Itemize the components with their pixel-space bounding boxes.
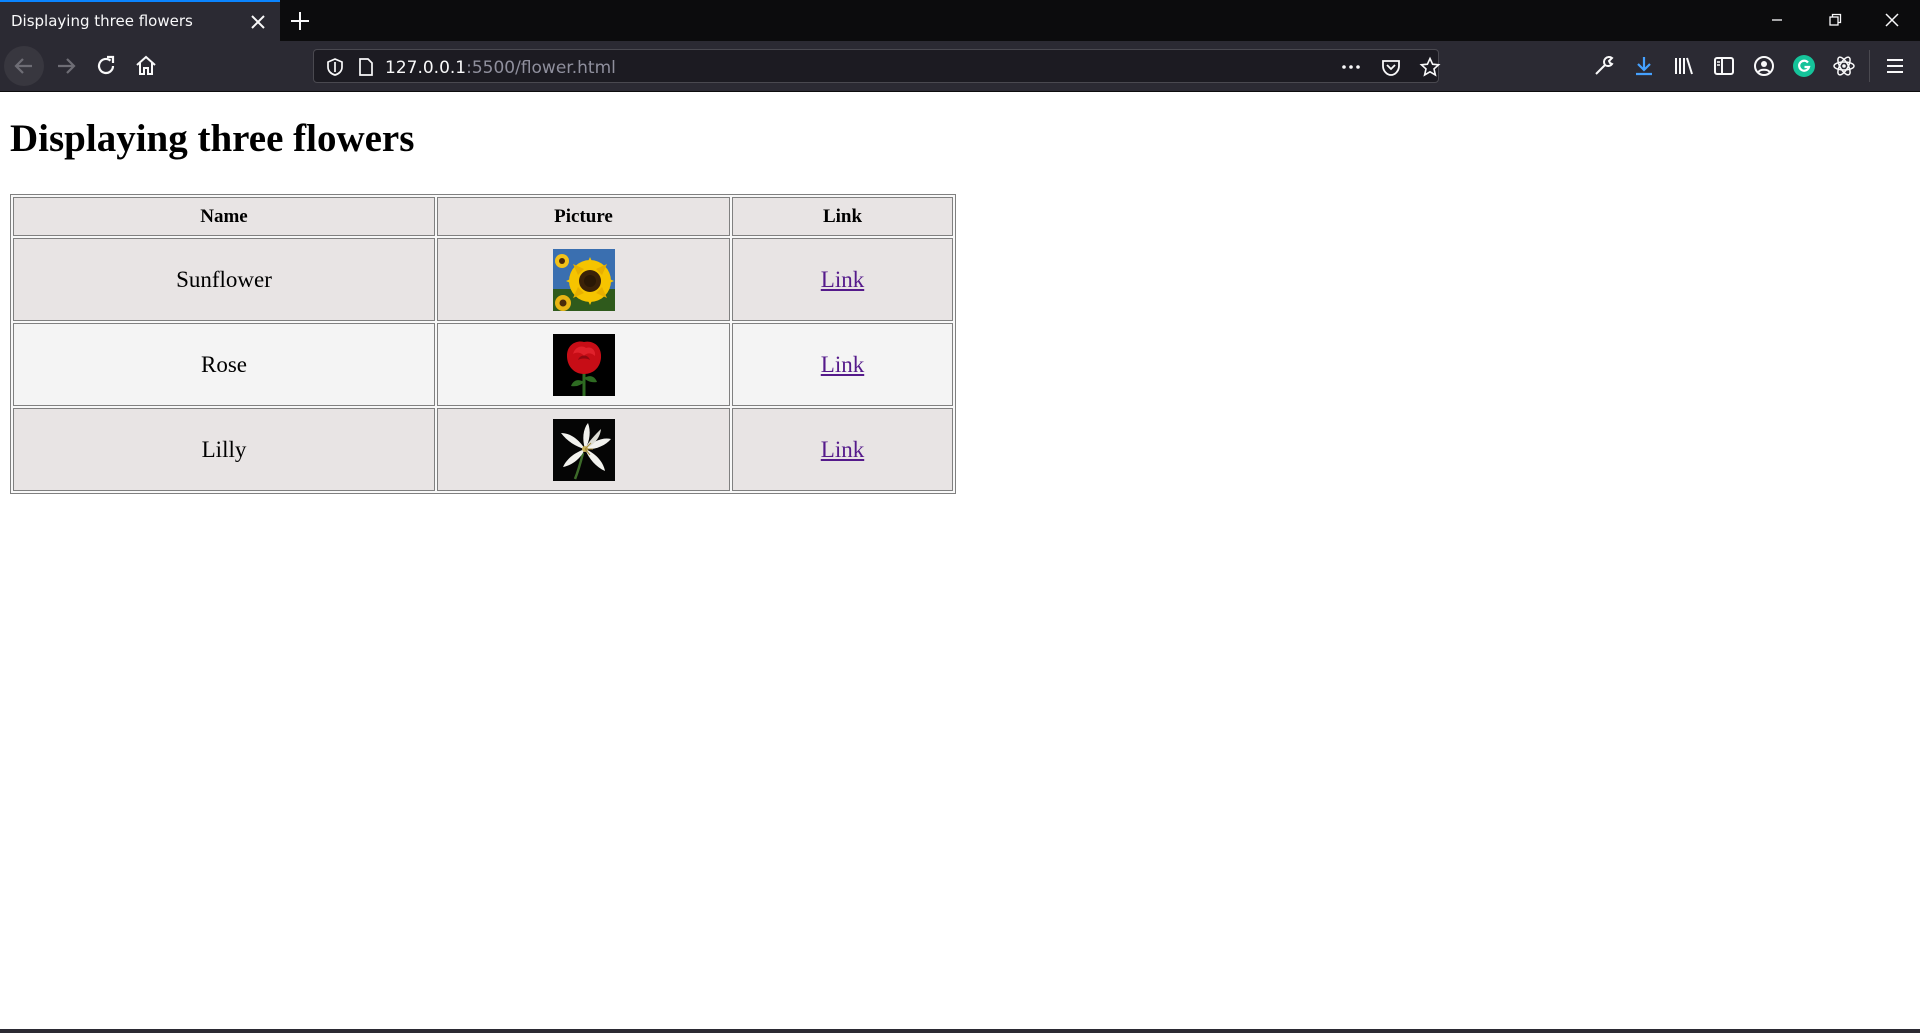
tab-title: Displaying three flowers	[11, 12, 193, 30]
browser-tab[interactable]: Displaying three flowers	[0, 0, 280, 41]
url-host: 127.0.0.1	[385, 58, 467, 78]
link-cell: Link	[732, 238, 953, 321]
flower-name: Sunflower	[13, 238, 435, 321]
page-title: Displaying three flowers	[10, 117, 415, 160]
column-header-link: Link	[732, 197, 953, 236]
react-icon[interactable]	[1832, 54, 1856, 78]
table-row: Sunflower Link	[13, 238, 953, 321]
flower-link[interactable]: Link	[821, 437, 864, 462]
star-icon[interactable]	[1419, 56, 1441, 78]
column-header-picture: Picture	[437, 197, 730, 236]
tab-strip: Displaying three flowers	[0, 0, 1920, 41]
table-row: Lilly Link	[13, 408, 953, 491]
table-row: Rose Link	[13, 323, 953, 406]
table-header-row: Name Picture Link	[13, 197, 953, 236]
flower-name: Rose	[13, 323, 435, 406]
toolbar-divider	[1869, 50, 1870, 82]
picture-cell	[437, 323, 730, 406]
page-icon[interactable]	[355, 56, 377, 78]
link-cell: Link	[732, 323, 953, 406]
address-bar[interactable]: 127.0.0.1:5500/flower.html	[313, 49, 1441, 83]
plus-icon[interactable]	[288, 9, 312, 33]
library-icon[interactable]	[1672, 54, 1696, 78]
download-icon[interactable]	[1632, 54, 1656, 78]
url-path: :5500/flower.html	[466, 58, 616, 78]
pocket-icon[interactable]	[1380, 56, 1402, 78]
more-icon[interactable]	[1340, 56, 1362, 78]
forward-arrow-icon[interactable]	[53, 53, 79, 79]
link-cell: Link	[732, 408, 953, 491]
minimize-icon[interactable]	[1766, 10, 1788, 30]
flower-link[interactable]: Link	[821, 267, 864, 292]
sunflower-image	[552, 248, 615, 311]
hamburger-menu-icon[interactable]	[1883, 54, 1907, 78]
sidebar-icon[interactable]	[1712, 54, 1736, 78]
flower-name: Lilly	[13, 408, 435, 491]
grammarly-icon[interactable]	[1792, 54, 1816, 78]
picture-cell	[437, 238, 730, 321]
page-content: Displaying three flowers Name Picture Li…	[0, 92, 1920, 1032]
back-arrow-icon[interactable]	[11, 53, 37, 79]
close-icon[interactable]	[248, 12, 268, 32]
shield-icon[interactable]	[324, 56, 346, 78]
flower-link[interactable]: Link	[821, 352, 864, 377]
rose-image	[552, 333, 615, 396]
url-text[interactable]: 127.0.0.1:5500/flower.html	[385, 58, 616, 78]
reload-icon[interactable]	[93, 53, 119, 79]
column-header-name: Name	[13, 197, 435, 236]
close-window-icon[interactable]	[1881, 10, 1903, 30]
flower-table: Name Picture Link Sunflower Link Rose Li…	[10, 194, 956, 494]
navigation-toolbar: 127.0.0.1:5500/flower.html	[0, 41, 1920, 92]
window-bottom-edge	[0, 1029, 1920, 1033]
lily-image	[552, 418, 615, 481]
restore-icon[interactable]	[1824, 10, 1846, 30]
home-icon[interactable]	[133, 53, 159, 79]
wrench-icon[interactable]	[1592, 54, 1616, 78]
account-icon[interactable]	[1752, 54, 1776, 78]
picture-cell	[437, 408, 730, 491]
